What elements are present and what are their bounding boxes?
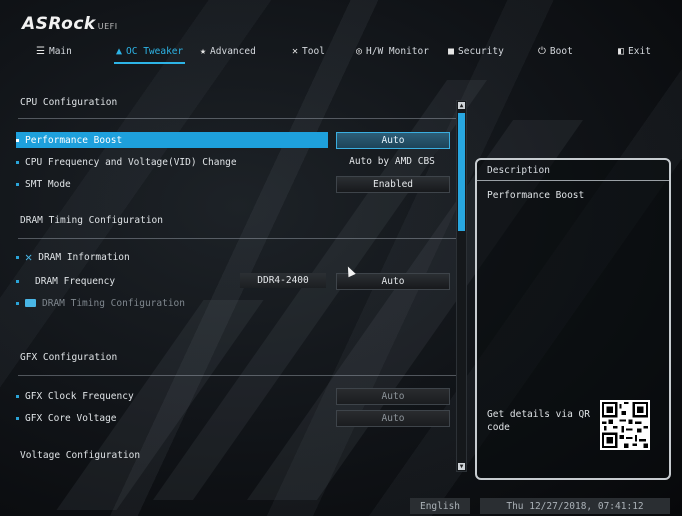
- gfx-clock-value[interactable]: Auto: [336, 388, 450, 405]
- brand-name: ASRock: [22, 14, 96, 34]
- row-label: GFX Clock Frequency: [25, 390, 134, 402]
- row-label: SMT Mode: [25, 178, 71, 190]
- divider: [18, 118, 458, 119]
- divider: [18, 375, 458, 376]
- bullet-icon: [16, 255, 19, 259]
- dram-frequency-current: DDR4-2400: [240, 273, 326, 288]
- dram-frequency-row[interactable]: DRAM Frequency: [16, 273, 115, 289]
- gfx-core-voltage-row[interactable]: GFX Core Voltage: [16, 410, 117, 426]
- section-title-cpu: CPU Configuration: [20, 97, 118, 108]
- section-title-dram: DRAM Timing Configuration: [20, 215, 163, 226]
- bullet-icon: [16, 138, 19, 142]
- dram-timing-row[interactable]: DRAM Timing Configuration: [16, 295, 185, 311]
- power-icon: ⏻: [538, 45, 546, 57]
- tab-label: Security: [458, 45, 504, 57]
- description-panel: Description Performance Boost Get detail…: [475, 158, 671, 480]
- menu-icon: ☰: [36, 45, 45, 57]
- tab-main[interactable]: ☰ Main: [36, 42, 72, 60]
- smt-mode-value[interactable]: Enabled: [336, 176, 450, 193]
- tab-label: Advanced: [210, 45, 256, 57]
- row-label: DRAM Timing Configuration: [42, 297, 185, 309]
- language-selector[interactable]: English: [410, 498, 470, 514]
- folder-icon: [25, 299, 36, 307]
- row-label: DRAM Information: [38, 251, 130, 263]
- bios-screen: ASRock UEFI ☰ Main ▲ OC Tweaker ★ Advanced ✕…: [0, 0, 682, 516]
- tab-label: H/W Monitor: [366, 45, 429, 57]
- tab-boot[interactable]: ⏻ Boot: [538, 42, 573, 60]
- bullet-icon: [16, 416, 19, 420]
- performance-boost-row[interactable]: Performance Boost: [16, 132, 328, 148]
- scrollbar[interactable]: ▲ ▼: [456, 100, 467, 472]
- dram-information-row[interactable]: ✕ DRAM Information: [16, 249, 130, 265]
- scroll-down-icon[interactable]: ▼: [458, 463, 465, 470]
- qr-label: Get details via QR code: [487, 409, 590, 433]
- tab-hw-monitor[interactable]: ◎ H/W Monitor: [356, 42, 429, 60]
- gfx-clock-row[interactable]: GFX Clock Frequency: [16, 388, 134, 404]
- bullet-icon: [16, 394, 19, 398]
- row-label: GFX Core Voltage: [25, 412, 117, 424]
- gfx-core-voltage-value[interactable]: Auto: [336, 410, 450, 427]
- tab-bar: ☰ Main ▲ OC Tweaker ★ Advanced ✕ Tool ◎ H/W M…: [0, 40, 682, 64]
- datetime-display: Thu 12/27/2018, 07:41:12: [480, 498, 670, 514]
- bullet-icon: [16, 182, 19, 186]
- description-text: Performance Boost: [487, 190, 585, 201]
- tab-label: Main: [48, 45, 72, 57]
- star-icon: ★: [200, 45, 207, 57]
- exit-icon: ◧: [618, 45, 625, 57]
- tab-exit[interactable]: ◧ Exit: [618, 42, 651, 60]
- tools-icon: ✕: [25, 250, 33, 264]
- bullet-icon: [16, 301, 19, 305]
- smt-mode-row[interactable]: SMT Mode: [16, 176, 71, 192]
- qr-code-icon: [600, 400, 650, 450]
- brand-logo: ASRock UEFI: [22, 14, 118, 34]
- tab-security[interactable]: ■ Security: [448, 42, 504, 60]
- tab-label: OC Tweaker: [126, 45, 184, 57]
- monitor-icon: ◎: [356, 45, 363, 57]
- row-label: DRAM Frequency: [35, 275, 116, 287]
- tab-advanced[interactable]: ★ Advanced: [200, 42, 256, 60]
- bullet-icon: [16, 279, 19, 283]
- tab-label: Tool: [302, 45, 325, 57]
- tab-label: Exit: [628, 45, 651, 57]
- row-label: CPU Frequency and Voltage(VID) Change: [25, 156, 237, 168]
- brand-suffix: UEFI: [97, 22, 118, 31]
- shield-icon: ■: [448, 45, 455, 57]
- dram-frequency-value[interactable]: Auto: [336, 273, 450, 290]
- tab-label: Boot: [549, 45, 573, 57]
- tools-icon: ✕: [292, 45, 299, 57]
- tab-tool[interactable]: ✕ Tool: [292, 42, 325, 60]
- tab-oc-tweaker[interactable]: ▲ OC Tweaker: [113, 42, 186, 64]
- cpu-frequency-row[interactable]: CPU Frequency and Voltage(VID) Change: [16, 154, 237, 170]
- section-title-gfx: GFX Configuration: [20, 352, 118, 363]
- bullet-icon: [16, 160, 19, 164]
- scrollbar-thumb[interactable]: [458, 113, 465, 231]
- settings-panel: CPU Configuration Performance Boost Auto…: [6, 78, 461, 473]
- divider: [18, 238, 458, 239]
- section-title-voltage: Voltage Configuration: [20, 450, 141, 461]
- description-title: Description: [477, 160, 669, 181]
- rocket-icon: ▲: [116, 45, 123, 57]
- row-label: Performance Boost: [25, 134, 123, 146]
- performance-boost-value[interactable]: Auto: [336, 132, 450, 149]
- cpu-frequency-value[interactable]: Auto by AMD CBS: [336, 154, 448, 169]
- scroll-up-icon[interactable]: ▲: [458, 102, 465, 109]
